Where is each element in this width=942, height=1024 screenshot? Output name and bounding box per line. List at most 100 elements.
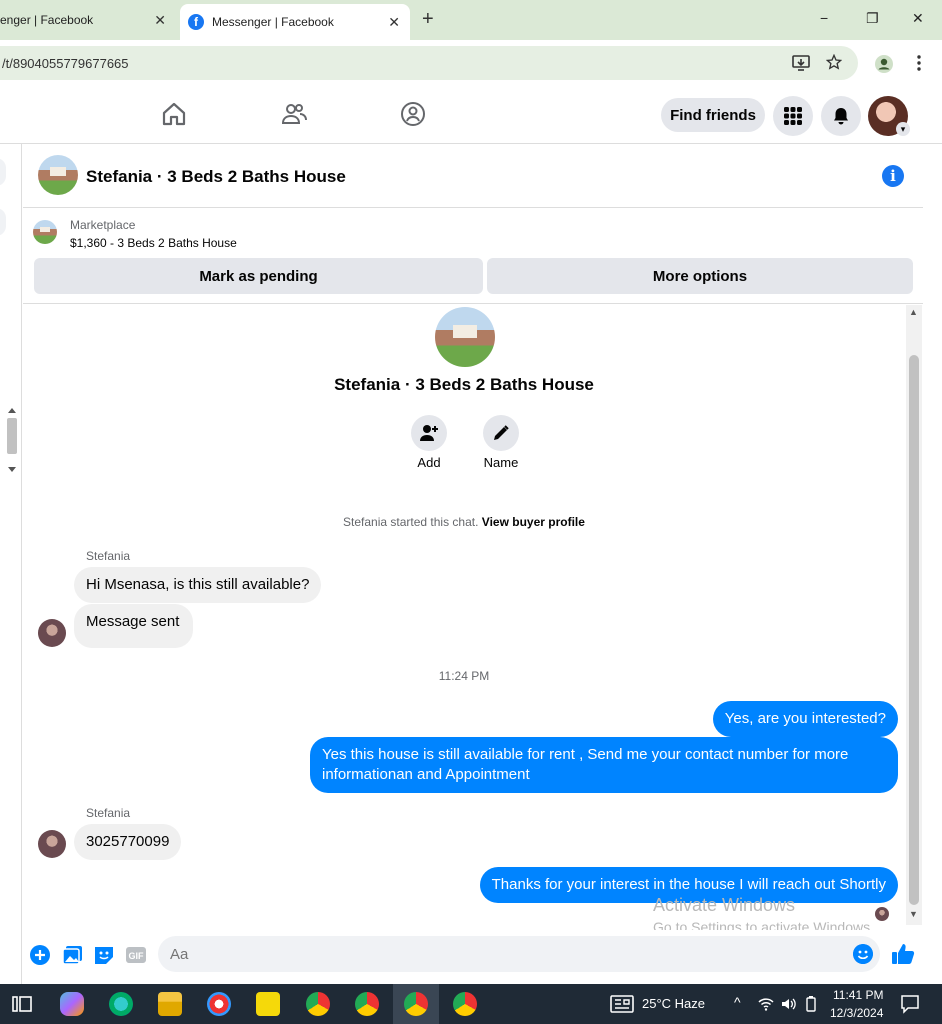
windows-taskbar: 25°C Haze ^ 11:41 PM 12/3/2024 — [0, 984, 942, 1024]
chat-started-notice: Stefania started this chat. View buyer p… — [23, 515, 905, 529]
tab-title: enger | Facebook — [0, 13, 94, 27]
message-input[interactable] — [158, 936, 880, 972]
close-icon[interactable]: ✕ — [154, 12, 166, 29]
marketplace-label: Marketplace — [70, 218, 136, 232]
thumbs-up-icon[interactable] — [891, 942, 915, 966]
edge-icon[interactable] — [109, 992, 133, 1016]
address-bar-row: /t/8904055779677665 — [0, 40, 942, 86]
add-button[interactable] — [411, 415, 447, 451]
menu-dots-icon[interactable] — [916, 54, 922, 72]
add-label: Add — [417, 455, 441, 470]
chrome-icon[interactable] — [404, 992, 428, 1016]
file-explorer-icon[interactable] — [158, 992, 182, 1016]
sender-name: Stefania — [86, 806, 131, 820]
close-window-button[interactable]: ✕ — [912, 10, 924, 27]
chat-item-sliver[interactable] — [0, 208, 6, 236]
view-buyer-profile-link[interactable]: View buyer profile — [482, 515, 585, 529]
sticker-icon[interactable] — [93, 944, 115, 966]
restore-button[interactable]: ❐ — [866, 10, 879, 27]
friends-icon[interactable] — [280, 100, 308, 128]
scroll-up-icon[interactable]: ▲ — [909, 307, 918, 317]
chrome-profile-icon[interactable] — [453, 992, 477, 1016]
task-view-icon[interactable] — [10, 992, 34, 1016]
conversation-title[interactable]: Stefania · 3 Beds 2 Baths House — [86, 167, 346, 187]
scrollbar-thumb[interactable] — [909, 355, 919, 905]
facebook-icon: f — [188, 14, 204, 30]
copilot-icon[interactable] — [60, 992, 84, 1016]
listing-avatar[interactable] — [38, 155, 78, 195]
grid-menu-icon — [784, 107, 802, 125]
more-options-button[interactable]: More options — [487, 258, 913, 294]
thread-scrollbar[interactable]: ▲ ▼ — [906, 305, 922, 925]
listing-price-title[interactable]: $1,360 - 3 Beds 2 Baths House — [70, 236, 237, 250]
message-bubble-incoming[interactable]: 3025770099 — [74, 824, 182, 860]
profile-title: Stefania · 3 Beds 2 Baths House — [334, 375, 594, 394]
bell-icon — [834, 108, 848, 125]
listing-thumbnail[interactable] — [33, 220, 57, 244]
time-divider: 11:24 PM — [438, 669, 490, 683]
tab-facebook-previous[interactable]: enger | Facebook ✕ — [0, 0, 176, 40]
name-button[interactable] — [483, 415, 519, 451]
message-thread[interactable]: Stefania · 3 Beds 2 Baths House Add Name… — [23, 305, 905, 925]
system-text: Stefania started this chat. — [343, 515, 479, 529]
minimize-button[interactable]: − — [820, 10, 828, 26]
chevron-down-icon[interactable]: ▾ — [896, 122, 910, 136]
bookmark-star-icon[interactable] — [826, 54, 842, 70]
pencil-icon — [494, 425, 509, 440]
listing-profile-image — [435, 307, 495, 367]
url-field[interactable]: /t/8904055779677665 — [0, 46, 858, 80]
message-composer: GIF — [23, 930, 923, 980]
info-icon[interactable]: i — [882, 165, 904, 187]
chrome-profile-icon[interactable] — [355, 992, 379, 1016]
tab-messenger[interactable]: f Messenger | Facebook ✕ — [180, 4, 410, 40]
clock-date[interactable]: 12/3/2024 — [830, 1006, 883, 1020]
activate-windows-title: Activate Windows — [653, 895, 796, 915]
new-tab-button[interactable]: + — [422, 8, 434, 31]
chat-header: Stefania · 3 Beds 2 Baths House i — [23, 144, 923, 208]
paint-icon[interactable] — [207, 992, 231, 1016]
name-label: Name — [483, 455, 519, 470]
sticky-notes-icon[interactable] — [256, 992, 280, 1016]
sender-avatar[interactable] — [38, 830, 66, 858]
sender-name: Stefania — [86, 549, 131, 563]
browser-tab-strip: enger | Facebook ✕ f Messenger | Faceboo… — [0, 0, 942, 40]
search-sliver[interactable] — [0, 158, 6, 186]
wifi-icon[interactable] — [758, 996, 774, 1012]
message-bubble-incoming[interactable]: Message sent — [74, 604, 194, 648]
menu-button[interactable] — [773, 96, 813, 136]
chevron-up-icon[interactable]: ^ — [734, 994, 741, 1010]
chat-list-sliver — [0, 144, 22, 984]
close-icon[interactable]: ✕ — [388, 14, 400, 31]
message-bubble-incoming[interactable]: Hi Msenasa, is this still available? — [74, 567, 322, 603]
message-bubble-outgoing[interactable]: Yes this house is still available for re… — [310, 737, 898, 793]
sender-avatar[interactable] — [38, 619, 66, 647]
tab-title: Messenger | Facebook — [212, 15, 334, 29]
add-person-icon — [420, 425, 438, 441]
plus-circle-icon[interactable] — [29, 944, 51, 966]
message-bubble-outgoing[interactable]: Yes, are you interested? — [712, 701, 898, 737]
mark-as-pending-button[interactable]: Mark as pending — [34, 258, 483, 294]
install-app-icon[interactable] — [792, 54, 810, 72]
photo-icon[interactable] — [62, 944, 84, 966]
chrome-profile-icon[interactable] — [306, 992, 330, 1016]
profile-icon[interactable] — [874, 54, 894, 74]
facebook-top-nav: Find friends — [0, 86, 942, 144]
volume-icon[interactable] — [780, 996, 796, 1012]
home-icon[interactable] — [160, 100, 188, 128]
seen-avatar — [875, 907, 889, 921]
battery-icon[interactable] — [804, 996, 818, 1012]
groups-icon[interactable] — [399, 100, 427, 128]
notification-center-icon[interactable] — [900, 994, 920, 1014]
left-scrollbar[interactable] — [6, 406, 18, 474]
emoji-icon[interactable] — [853, 944, 873, 964]
gif-icon[interactable]: GIF — [125, 944, 147, 966]
clock-time[interactable]: 11:41 PM — [833, 988, 883, 1002]
news-widget-icon[interactable] — [610, 994, 634, 1014]
url-text: /t/8904055779677665 — [2, 55, 129, 71]
scroll-down-icon[interactable]: ▼ — [909, 909, 918, 919]
marketplace-listing-panel: Marketplace $1,360 - 3 Beds 2 Baths Hous… — [23, 208, 923, 304]
notifications-button[interactable] — [821, 96, 861, 136]
svg-text:GIF: GIF — [129, 951, 145, 961]
find-friends-button[interactable]: Find friends — [661, 98, 765, 132]
weather-text[interactable]: 25°C Haze — [642, 996, 705, 1011]
